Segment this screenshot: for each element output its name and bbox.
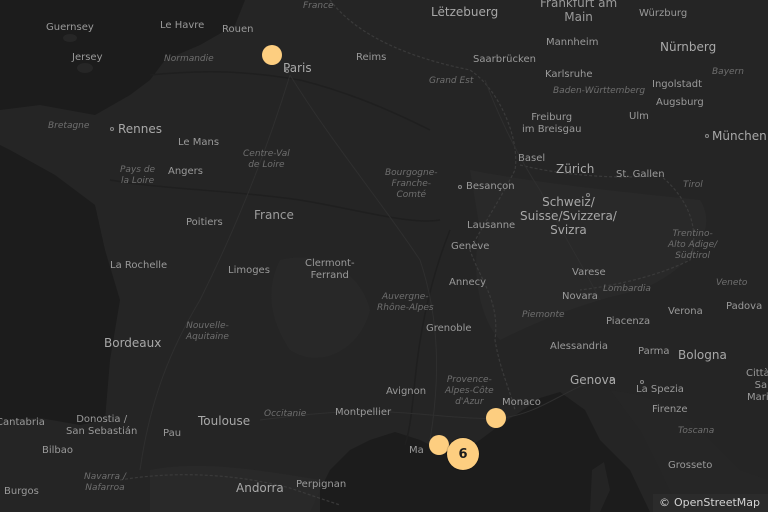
label-montpellier: Montpellier: [335, 407, 392, 418]
label-le-mans: Le Mans: [178, 137, 220, 148]
label-andorra: Andorra: [236, 481, 284, 495]
label-ulm: Ulm: [629, 111, 649, 122]
label-augsburg: Augsburg: [656, 97, 704, 108]
label-munchen: München: [712, 129, 767, 143]
label-citta-di-san-marino: Città di San Marino: [746, 368, 768, 403]
label-besancon: Besançon: [466, 181, 515, 192]
label-frankfurt: Frankfurt am Main: [540, 0, 618, 24]
label-wurzburg: Würzburg: [639, 8, 688, 19]
label-rouen: Rouen: [222, 24, 254, 35]
label-firenze: Firenze: [652, 404, 688, 415]
label-angers: Angers: [168, 166, 203, 177]
label-piacenza: Piacenza: [606, 316, 651, 327]
label-bretagne: Bretagne: [48, 121, 90, 131]
label-le-havre: Le Havre: [160, 20, 205, 31]
copyright-symbol: ©: [658, 496, 670, 509]
label-genova: Genova: [570, 373, 617, 387]
label-nurnberg: Nürnberg: [660, 40, 717, 54]
label-guernsey: Guernsey: [46, 22, 94, 33]
label-clermont-ferrand: Clermont- Ferrand: [305, 258, 355, 281]
label-varese: Varese: [572, 267, 606, 278]
label-mannheim: Mannheim: [546, 37, 599, 48]
label-schweiz: Schweiz/ Suisse/Svizzera/ Svizra: [520, 195, 617, 237]
label-nouvelle-aquitaine: Nouvelle- Aquitaine: [186, 321, 229, 342]
label-bilbao: Bilbao: [42, 445, 74, 456]
city-dot: [110, 127, 114, 131]
label-pays-de-la-loire: Pays de la Loire: [120, 165, 156, 186]
label-piemonte: Piemonte: [522, 310, 565, 320]
label-novara: Novara: [562, 291, 598, 302]
label-trentino: Trentino- Alto Adige/ Südtirol: [668, 229, 718, 261]
label-st-gallen: St. Gallen: [616, 169, 665, 180]
label-burgos: Burgos: [4, 486, 39, 497]
label-navarra: Navarra / Nafarroa: [84, 472, 126, 493]
label-karlsruhe: Karlsruhe: [545, 69, 593, 80]
label-lombardia: Lombardia: [603, 284, 651, 294]
label-alessandria: Alessandria: [550, 341, 609, 352]
label-verona: Verona: [668, 306, 703, 317]
label-poitiers: Poitiers: [186, 217, 223, 228]
label-occitanie: Occitanie: [264, 409, 307, 419]
label-provence: Provence- Alpes-Côte d'Azur: [445, 375, 494, 407]
label-cantabria: Cantabria: [0, 417, 45, 428]
label-normandie: Normandie: [164, 54, 214, 64]
label-toulouse: Toulouse: [198, 414, 251, 428]
attribution-link[interactable]: OpenStreetMap: [674, 496, 760, 509]
label-france-top: France: [303, 1, 334, 11]
label-paris: Paris: [283, 61, 312, 75]
label-padova: Padova: [726, 301, 763, 312]
label-ingolstadt: Ingolstadt: [652, 79, 703, 90]
label-avignon: Avignon: [386, 386, 427, 397]
label-toscana: Toscana: [678, 426, 715, 436]
label-parma: Parma: [638, 346, 670, 357]
label-lausanne: Lausanne: [467, 220, 516, 231]
map-marker-paris[interactable]: [262, 45, 282, 65]
city-dot: [705, 134, 709, 138]
label-bayern: Bayern: [712, 67, 744, 77]
label-geneve: Genève: [451, 241, 490, 252]
label-bourgogne: Bourgogne- Franche- Comté: [385, 168, 438, 200]
label-limoges: Limoges: [228, 265, 270, 276]
label-marseille-partial: Ma: [409, 445, 424, 456]
label-donostia: Donostia / San Sebastián: [66, 414, 138, 437]
label-la-rochelle: La Rochelle: [110, 260, 168, 271]
label-annecy: Annecy: [449, 277, 487, 288]
map-cluster-marker[interactable]: 6: [447, 438, 479, 470]
label-veneto: Veneto: [716, 278, 748, 288]
label-freiburg: Freiburg im Breisgau: [522, 112, 582, 135]
label-reims: Reims: [356, 52, 387, 63]
label-perpignan: Perpignan: [296, 479, 347, 490]
label-grenoble: Grenoble: [426, 323, 472, 334]
label-france: France: [254, 208, 294, 222]
cluster-count: 6: [458, 446, 468, 462]
label-pau: Pau: [163, 428, 182, 439]
label-monaco: Monaco: [502, 397, 541, 408]
label-grosseto: Grosseto: [668, 460, 713, 471]
label-rennes: Rennes: [118, 122, 163, 136]
label-bologna: Bologna: [678, 348, 727, 362]
label-basel: Basel: [518, 153, 546, 164]
label-zurich: Zürich: [556, 162, 595, 176]
label-la-spezia: La Spezia: [636, 384, 684, 395]
label-jersey: Jersey: [72, 52, 103, 63]
city-dot: [458, 185, 462, 189]
label-auvergne: Auvergne- Rhône-Alpes: [377, 292, 434, 313]
label-centre-val-de-loire: Centre-Val de Loire: [243, 149, 290, 170]
map-marker-marseille[interactable]: [429, 435, 449, 455]
label-letzebuerg: Lëtzebuerg: [431, 5, 499, 19]
label-baden-wurttemberg: Baden-Württemberg: [553, 86, 646, 96]
label-bordeaux: Bordeaux: [104, 336, 162, 350]
map-marker-nice[interactable]: [486, 408, 506, 428]
label-saarbrucken: Saarbrücken: [473, 54, 536, 65]
map-view[interactable]: Guernsey Jersey Le Havre Rouen France No…: [0, 0, 768, 512]
label-tirol: Tirol: [683, 180, 703, 190]
label-grand-est: Grand Est: [429, 76, 474, 86]
map-attribution: © OpenStreetMap: [652, 494, 768, 512]
